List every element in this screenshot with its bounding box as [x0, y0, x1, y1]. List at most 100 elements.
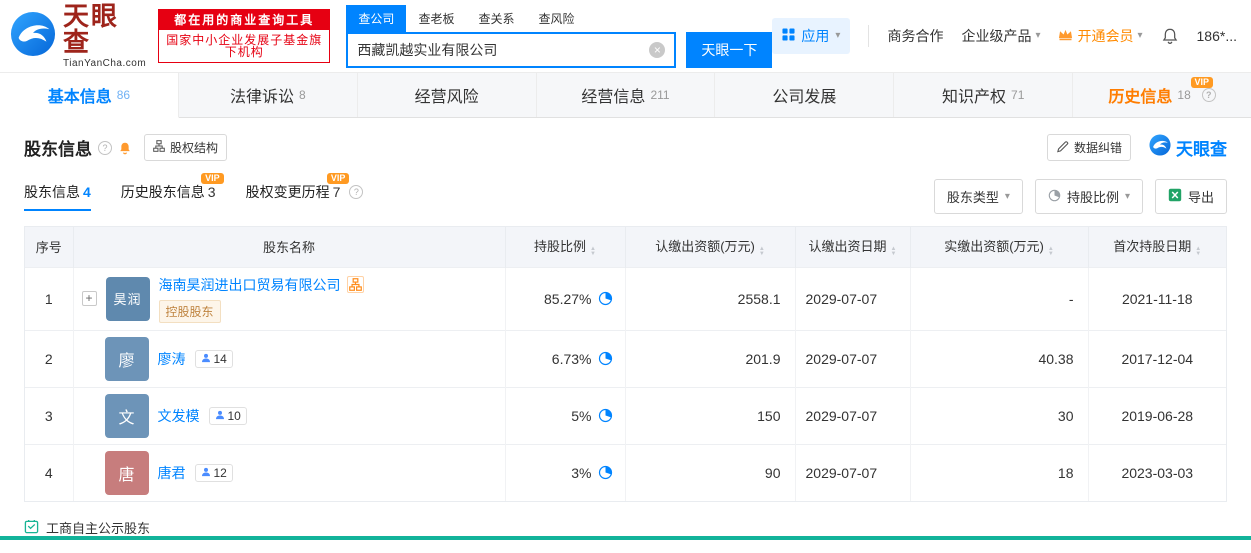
tab-count: 86 — [116, 88, 131, 102]
tab-intellectual-property[interactable]: 知识产权 71 — [894, 73, 1074, 117]
sort-icon[interactable] — [590, 247, 596, 257]
equity-structure-button[interactable]: 股权结构 — [144, 134, 228, 161]
tab-label: 法律诉讼 — [229, 89, 294, 106]
help-icon[interactable]: ? — [98, 140, 112, 155]
excel-icon — [1168, 188, 1182, 205]
col-subscribed-date[interactable]: 认缴出资日期 — [795, 227, 911, 267]
search-tab-boss[interactable]: 查老板 — [406, 5, 466, 32]
tab-legal-litigation[interactable]: 法律诉讼 8 — [179, 73, 358, 117]
search-box: × — [346, 31, 677, 68]
sort-icon[interactable] — [891, 247, 897, 257]
first-holding-date: 2019-06-28 — [1088, 386, 1226, 444]
apps-grid-icon — [782, 28, 795, 44]
tab-label: 公司发展 — [772, 89, 837, 106]
subscribed-amount: 90 — [625, 443, 796, 501]
search-input[interactable] — [357, 41, 650, 58]
sort-icon[interactable] — [1048, 247, 1054, 257]
person-icon — [201, 466, 211, 480]
slogan-badge: 都在用的商业查询工具 国家中小企业发展子基金旗下机构 — [158, 9, 331, 63]
menu-enterprise-products[interactable]: 企业级产品 ▾ — [961, 26, 1040, 46]
subtab-history-shareholders[interactable]: 历史股东信息 3 VIP — [120, 173, 224, 211]
menu-open-vip[interactable]: 开通会员 ▾ — [1058, 26, 1143, 46]
subtab-equity-changes[interactable]: 股权变更历程 7 VIP ? — [246, 173, 364, 211]
shareholder-type-filter[interactable]: 股东类型 ▾ — [933, 179, 1023, 214]
related-companies-count: 14 — [213, 351, 227, 366]
search-tab-company[interactable]: 查公司 — [346, 4, 407, 32]
paid-amount: 18 — [910, 443, 1089, 501]
col-name: 股东名称 — [73, 227, 506, 267]
vip-badge: VIP — [201, 173, 224, 184]
sort-icon[interactable] — [1195, 247, 1201, 257]
subtab-count: 7 — [332, 184, 341, 200]
col-ratio-label: 持股比例 — [534, 239, 587, 255]
shareholders-section-head: 股东信息 ? 股权结构 数据纠错 天眼查 — [0, 118, 1251, 165]
tab-count: 18 — [1177, 88, 1191, 102]
holding-ratio-filter[interactable]: 持股比例 ▾ — [1034, 179, 1143, 214]
clear-input-icon[interactable]: × — [649, 41, 666, 58]
apps-label: 应用 — [801, 28, 830, 44]
subtab-label: 历史股东信息 — [120, 184, 205, 200]
shareholder-name-link[interactable]: 海南昊润进出口贸易有限公司 — [159, 275, 341, 295]
self-disclosure-label: 工商自主公示股东 — [46, 521, 151, 536]
shareholder-avatar: 唐 — [104, 450, 149, 495]
expand-row-button[interactable]: + — [81, 291, 97, 306]
subtab-label: 股东信息 — [24, 184, 80, 200]
tab-operating-info[interactable]: 经营信息 211 — [537, 73, 716, 117]
shareholder-avatar: 廖 — [104, 336, 149, 381]
related-companies-badge[interactable]: 12 — [194, 463, 233, 482]
user-phone[interactable]: 186*... — [1197, 28, 1237, 44]
vip-badge: VIP — [1190, 77, 1214, 88]
shareholder-name-link[interactable]: 文发模 — [158, 406, 200, 426]
search-tabs: 查公司 查老板 查关系 查风险 — [346, 4, 772, 32]
row-index: 3 — [25, 386, 74, 444]
pie-chart-icon[interactable] — [598, 408, 613, 423]
first-holding-date: 2021-11-18 — [1088, 266, 1226, 330]
tianyancha-eye-icon — [10, 11, 56, 62]
row-index: 4 — [25, 443, 74, 501]
tab-operating-risk[interactable]: 经营风险 — [358, 73, 537, 117]
col-first-date[interactable]: 首次持股日期 — [1088, 227, 1226, 267]
shareholder-name-link[interactable]: 廖涛 — [158, 349, 186, 369]
help-icon[interactable]: ? — [1201, 88, 1216, 102]
tab-company-development[interactable]: 公司发展 — [715, 73, 895, 117]
monitor-bell-icon[interactable] — [118, 141, 132, 155]
apps-button[interactable]: 应用 ▾ — [772, 18, 851, 54]
shareholder-name-link[interactable]: 唐君 — [158, 463, 186, 483]
related-companies-badge[interactable]: 10 — [208, 406, 247, 425]
shareholder-type-label: 股东类型 — [946, 190, 999, 205]
holding-ratio-value: 5% — [571, 407, 592, 424]
export-button[interactable]: 导出 — [1154, 179, 1227, 214]
org-chart-icon — [153, 140, 165, 155]
subtab-shareholders[interactable]: 股东信息 4 — [24, 182, 91, 211]
related-companies-count: 10 — [227, 408, 241, 423]
search-button[interactable]: 天眼一下 — [686, 31, 773, 68]
tianyancha-logo[interactable]: 天眼查 TianYanCha.com — [10, 3, 146, 69]
enterprise-products-label: 企业级产品 — [961, 28, 1032, 44]
data-correction-button[interactable]: 数据纠错 — [1046, 134, 1131, 161]
search-tab-relation[interactable]: 查关系 — [466, 5, 526, 32]
subscribed-amount: 2558.1 — [625, 266, 796, 330]
col-paid-amount[interactable]: 实缴出资额(万元) — [910, 227, 1089, 267]
notification-bell-icon[interactable] — [1161, 27, 1179, 45]
search-tab-risk[interactable]: 查风险 — [526, 5, 586, 32]
tab-history-info[interactable]: VIP 历史信息 18 ? — [1073, 73, 1251, 117]
pie-chart-icon[interactable] — [598, 291, 613, 306]
menu-business-coop[interactable]: 商务合作 — [887, 26, 943, 46]
subscribed-date: 2029-07-07 — [795, 386, 911, 444]
col-ratio[interactable]: 持股比例 — [505, 227, 626, 267]
related-companies-badge[interactable]: 14 — [194, 349, 233, 368]
help-icon[interactable]: ? — [349, 185, 364, 199]
sort-icon[interactable] — [759, 247, 765, 257]
related-companies-count: 12 — [213, 465, 227, 480]
col-subscribed-amount[interactable]: 认缴出资额(万元) — [625, 227, 796, 267]
subtab-count: 4 — [83, 184, 91, 200]
pie-chart-icon[interactable] — [598, 465, 613, 480]
tab-label: 经营风险 — [414, 89, 479, 106]
col-subscribed-date-label: 认缴出资日期 — [808, 239, 887, 255]
next-section-divider — [0, 536, 1251, 540]
person-icon — [215, 409, 225, 423]
caret-down-icon: ▾ — [1035, 30, 1041, 41]
equity-structure-icon[interactable] — [346, 276, 364, 293]
pie-chart-icon[interactable] — [598, 351, 613, 366]
tab-basic-info[interactable]: 基本信息 86 — [0, 73, 179, 118]
